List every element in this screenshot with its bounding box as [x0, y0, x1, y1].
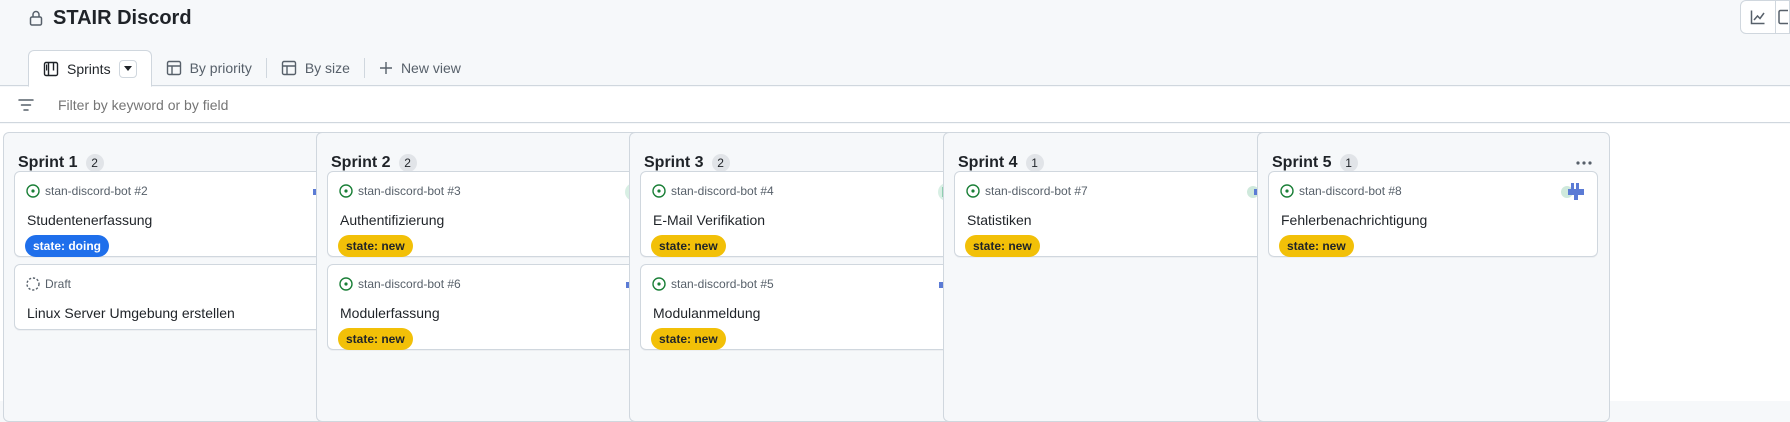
- issue-card[interactable]: stan-discord-bot #7 Statistiken state: n…: [954, 171, 1284, 257]
- column-title: Sprint 2: [331, 154, 391, 171]
- column-header: Sprint 5 1: [1272, 153, 1595, 173]
- tab-label: New view: [400, 60, 461, 76]
- table-icon: [281, 60, 297, 76]
- issue-open-icon: [339, 184, 353, 198]
- card-meta: stan-discord-bot #5: [652, 277, 774, 291]
- board-icon: [43, 61, 59, 76]
- card-meta: stan-discord-bot #3: [339, 184, 461, 198]
- more-icon[interactable]: [1573, 153, 1595, 173]
- insights-button[interactable]: [1740, 0, 1776, 34]
- card-reference: stan-discord-bot #8: [1299, 184, 1402, 198]
- card-title[interactable]: Modulanmeldung: [653, 305, 760, 321]
- state-label[interactable]: state: new: [1279, 235, 1354, 257]
- state-label[interactable]: state: new: [651, 235, 726, 257]
- tab-by-priority[interactable]: By priority: [152, 50, 266, 86]
- issue-card[interactable]: stan-discord-bot #8 Fehlerbenachrichtigu…: [1268, 171, 1598, 257]
- card-meta: stan-discord-bot #6: [339, 277, 461, 291]
- state-label[interactable]: state: new: [338, 235, 413, 257]
- lock-icon: [28, 9, 44, 27]
- graph-icon: [1750, 10, 1765, 25]
- plus-icon: [379, 62, 392, 74]
- state-label[interactable]: state: new: [965, 235, 1040, 257]
- card-meta: Draft: [26, 277, 71, 291]
- panel-icon: [1777, 9, 1788, 25]
- card-reference: stan-discord-bot #3: [358, 184, 461, 198]
- draft-card[interactable]: Draft Linux Server Umgebung erstellen: [14, 264, 344, 330]
- project-header: STAIR Discord Sprints By priority By siz…: [0, 0, 1790, 87]
- tab-sprints[interactable]: Sprints: [28, 50, 152, 87]
- card-meta: stan-discord-bot #2: [26, 184, 148, 198]
- column-title: Sprint 3: [644, 154, 704, 171]
- new-view-button[interactable]: New view: [365, 50, 475, 86]
- table-icon: [166, 60, 181, 76]
- view-tabs: Sprints By priority By size New view: [28, 50, 475, 87]
- column-header: Sprint 2 2: [331, 153, 654, 173]
- filter-icon[interactable]: [18, 97, 36, 113]
- column-header: Sprint 4 1: [958, 153, 1281, 173]
- column-sprint-4: Sprint 4 1 stan-discord-bot #7 Statistik…: [943, 132, 1296, 422]
- card-meta: stan-discord-bot #7: [966, 184, 1088, 198]
- issue-open-icon: [26, 184, 40, 198]
- card-title[interactable]: Studentenerfassung: [27, 212, 152, 228]
- column-sprint-3: Sprint 3 2 stan-discord-bot #4 E-Mail Ve…: [629, 132, 982, 422]
- column-header: Sprint 3 2: [644, 153, 967, 173]
- caret-down-icon: [123, 66, 132, 71]
- issue-open-icon: [966, 184, 980, 198]
- tab-by-size[interactable]: By size: [267, 50, 364, 86]
- issue-card[interactable]: stan-discord-bot #2 Studentenerfassung s…: [14, 171, 344, 257]
- card-title[interactable]: Linux Server Umgebung erstellen: [27, 305, 235, 321]
- view-options-button[interactable]: [118, 59, 137, 78]
- issue-open-icon: [339, 277, 353, 291]
- card-reference: stan-discord-bot #6: [358, 277, 461, 291]
- column-sprint-1: Sprint 1 2 stan-discord-bot #2 Studenten…: [3, 132, 356, 422]
- board: Sprint 1 2 stan-discord-bot #2 Studenten…: [0, 124, 1790, 422]
- column-count: 2: [711, 154, 730, 172]
- issue-card[interactable]: stan-discord-bot #4 E-Mail Verifikation …: [640, 171, 970, 257]
- column-count: 1: [1339, 154, 1358, 172]
- card-reference: stan-discord-bot #4: [671, 184, 774, 198]
- column-title: Sprint 1: [18, 154, 78, 171]
- column-sprint-5: Sprint 5 1 stan-discord-bot #8 Fehlerben…: [1257, 132, 1610, 422]
- issue-open-icon: [652, 184, 666, 198]
- card-reference: stan-discord-bot #7: [985, 184, 1088, 198]
- project-title-row: STAIR Discord: [28, 6, 192, 30]
- issue-card[interactable]: stan-discord-bot #3 Authentifizierung st…: [327, 171, 657, 257]
- card-title[interactable]: Authentifizierung: [340, 212, 444, 228]
- state-label[interactable]: state: new: [338, 328, 413, 350]
- header-actions: [1740, 0, 1790, 34]
- card-title[interactable]: Statistiken: [967, 212, 1032, 228]
- bot-avatar-group-icon: [1561, 183, 1584, 200]
- draft-icon: [26, 277, 40, 291]
- card-meta: stan-discord-bot #8: [1280, 184, 1402, 198]
- card-reference: stan-discord-bot #2: [45, 184, 148, 198]
- card-title[interactable]: Modulerfassung: [340, 305, 440, 321]
- filter-bar: [0, 87, 1790, 123]
- state-label[interactable]: state: new: [651, 328, 726, 350]
- state-label[interactable]: state: doing: [25, 235, 109, 257]
- filter-input[interactable]: [58, 96, 658, 113]
- column-sprint-2: Sprint 2 2 stan-discord-bot #3 Authentif…: [316, 132, 669, 422]
- column-title: Sprint 4: [958, 154, 1018, 171]
- project-title: STAIR Discord: [53, 6, 192, 29]
- column-count: 1: [1025, 154, 1044, 172]
- column-count: 2: [398, 154, 417, 172]
- tab-label: By size: [304, 60, 350, 76]
- card-title[interactable]: E-Mail Verifikation: [653, 212, 765, 228]
- card-meta: stan-discord-bot #4: [652, 184, 774, 198]
- column-count: 2: [85, 154, 104, 172]
- issue-open-icon: [1280, 184, 1294, 198]
- issue-card[interactable]: stan-discord-bot #5 Modulanmeldung state…: [640, 264, 970, 350]
- side-panel-button[interactable]: [1776, 0, 1790, 34]
- issue-card[interactable]: stan-discord-bot #6 Modulerfassung state…: [327, 264, 657, 350]
- card-reference: Draft: [45, 277, 72, 291]
- card-title[interactable]: Fehlerbenachrichtigung: [1281, 212, 1427, 228]
- tab-label: Sprints: [67, 60, 111, 77]
- tab-label: By priority: [189, 60, 252, 76]
- card-reference: stan-discord-bot #5: [671, 277, 774, 291]
- issue-open-icon: [652, 277, 666, 291]
- column-header: Sprint 1 2: [18, 153, 341, 173]
- column-title: Sprint 5: [1272, 154, 1332, 171]
